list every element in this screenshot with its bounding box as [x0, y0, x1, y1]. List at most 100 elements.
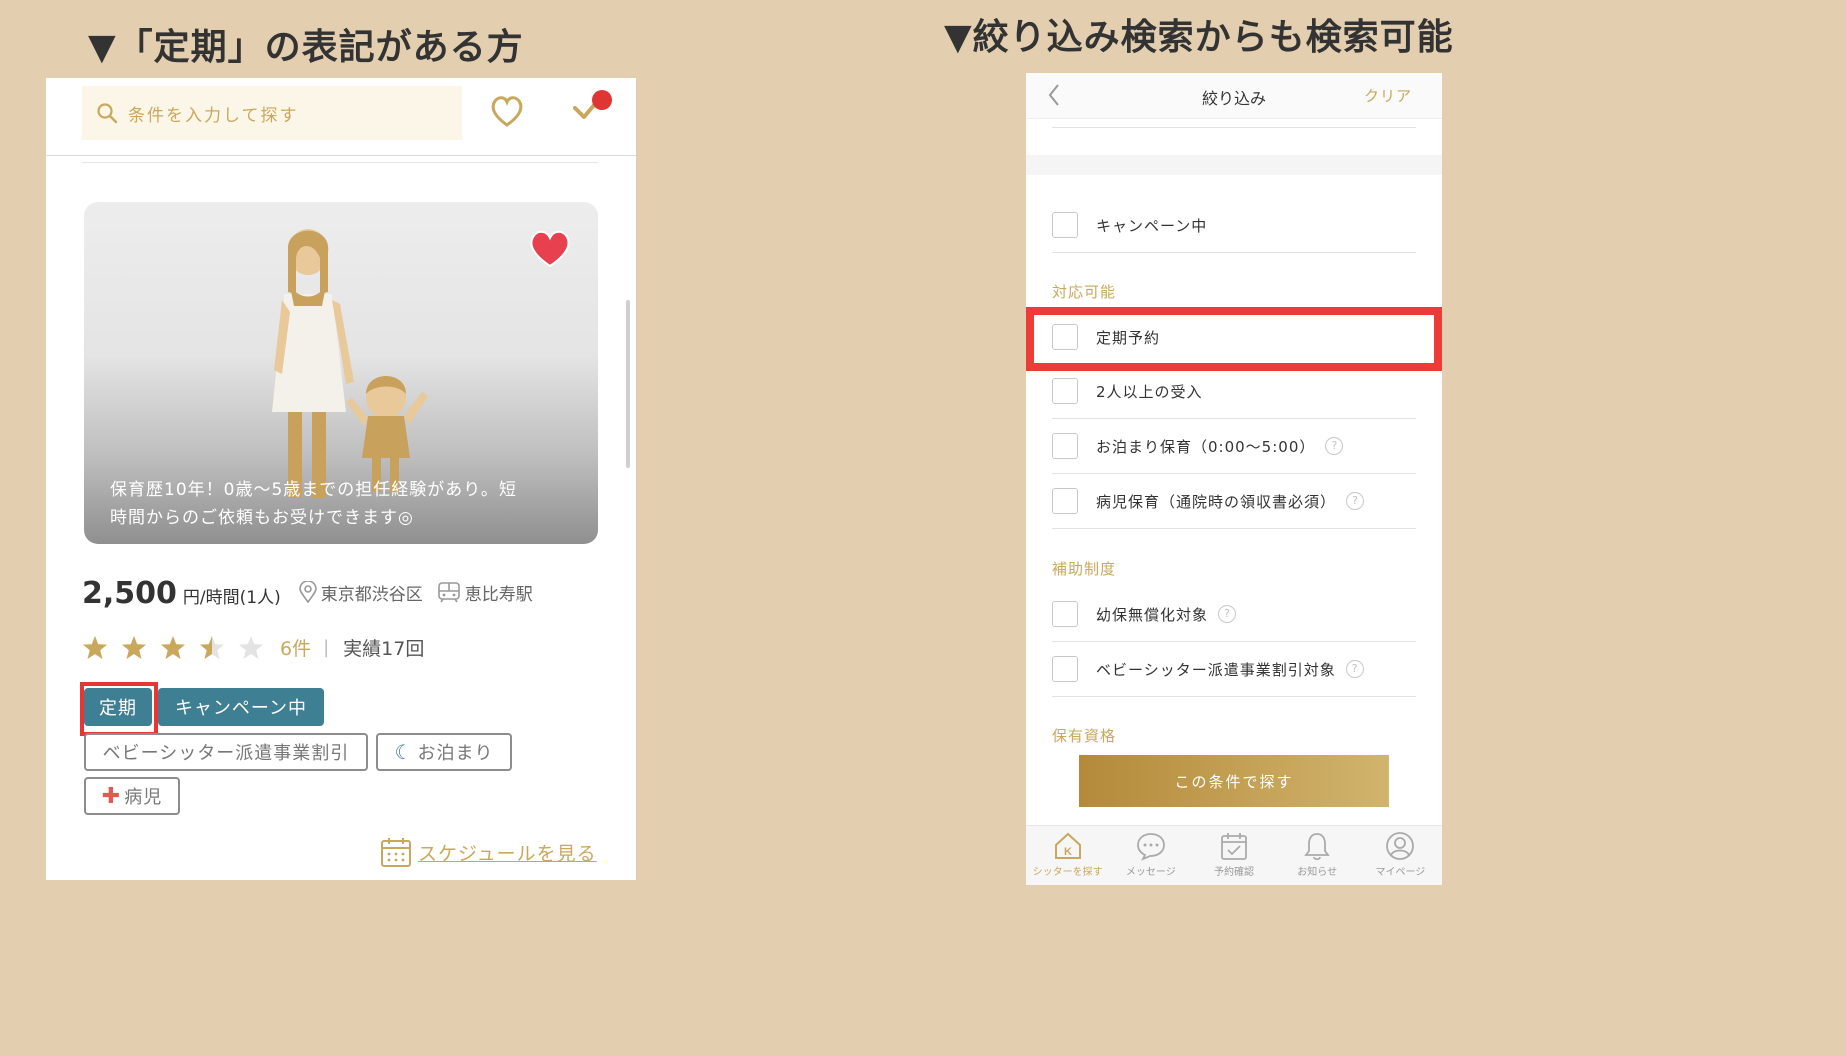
- divider: [1052, 641, 1416, 642]
- option-label: ベビーシッター派遣事業割引対象: [1096, 660, 1336, 679]
- calendar-icon: [381, 838, 411, 867]
- checkbox[interactable]: [1052, 378, 1078, 404]
- header-divider: [46, 155, 636, 156]
- tab-message[interactable]: メッセージ: [1109, 826, 1192, 885]
- moon-icon: ☾: [394, 740, 414, 764]
- station: 恵比寿駅: [437, 580, 533, 605]
- calendar-check-icon: [1221, 833, 1247, 860]
- checkbox[interactable]: [1052, 601, 1078, 627]
- filter-option-babysitter-discount[interactable]: ベビーシッター派遣事業割引対象 ?: [1052, 656, 1364, 682]
- search-icon: [97, 103, 118, 124]
- user-icon: [1386, 832, 1415, 860]
- photo-caption: 保育歴10年！0歳～5歳までの担任経験があり。短 時間からのご依頼もお受けできま…: [110, 476, 580, 532]
- tag-overnight-label: お泊まり: [417, 743, 494, 764]
- red-cross-icon: ✚: [101, 783, 122, 809]
- rating-row: 6件 | 実績17回: [82, 634, 424, 661]
- svg-text:K: K: [1064, 846, 1072, 858]
- section-divider: [82, 162, 598, 163]
- option-label: お泊まり保育（0:00～5:00）: [1096, 437, 1316, 456]
- separator: |: [323, 637, 330, 658]
- divider: [1052, 696, 1416, 697]
- station-text: 恵比寿駅: [464, 584, 533, 605]
- star-icon: [83, 635, 107, 659]
- checkbox[interactable]: [1052, 433, 1078, 459]
- favorite-heart-icon[interactable]: [528, 228, 572, 268]
- tag-sick-child: ✚ 病児: [84, 777, 180, 815]
- help-icon[interactable]: ?: [1218, 605, 1237, 623]
- achievement-count: 実績17回: [343, 638, 425, 660]
- right-heading: ▼絞り込み検索からも検索可能: [944, 17, 1454, 58]
- tab-label: お知らせ: [1297, 867, 1338, 878]
- divider: [1052, 418, 1416, 419]
- bell-icon: [1304, 833, 1331, 861]
- map-pin-icon: [298, 581, 317, 603]
- tab-label: 予約確認: [1214, 867, 1254, 878]
- help-icon[interactable]: ?: [1345, 660, 1364, 678]
- filter-option-multiple-children[interactable]: 2人以上の受入: [1052, 378, 1203, 404]
- schedule-link-text[interactable]: スケジュールを見る: [418, 839, 597, 866]
- option-label: 病児保育（通院時の領収書必須）: [1096, 492, 1337, 511]
- tab-label: シッターを探す: [1032, 867, 1103, 878]
- scrollbar[interactable]: [626, 300, 630, 468]
- option-label: 幼保無償化対象: [1096, 605, 1209, 624]
- sitter-photo[interactable]: 保育歴10年！0歳～5歳までの担任経験があり。短 時間からのご依頼もお受けできま…: [84, 202, 598, 544]
- caption-line-2: 時間からのご依頼もお受けできます◎: [110, 508, 414, 528]
- help-icon[interactable]: ?: [1325, 437, 1344, 455]
- chat-icon: [1136, 833, 1165, 861]
- notification-dot: [592, 90, 612, 110]
- location: 東京都渋谷区: [298, 580, 423, 605]
- star-icon: [239, 635, 263, 659]
- tag-overnight: ☾ お泊まり: [376, 733, 512, 771]
- star-icon: [200, 635, 224, 659]
- star-icon: [161, 635, 185, 659]
- divider: [1052, 127, 1416, 128]
- filter-header: 絞り込み クリア: [1026, 73, 1442, 119]
- star-rating: [82, 635, 264, 661]
- divider: [1052, 528, 1416, 529]
- checkbox[interactable]: [1052, 212, 1078, 238]
- checkbox[interactable]: [1052, 488, 1078, 514]
- divider: [1052, 473, 1416, 474]
- filter-option-campaign[interactable]: キャンペーン中: [1052, 212, 1207, 238]
- house-icon: K: [1054, 832, 1081, 859]
- price-value: 2,500: [82, 576, 177, 611]
- caption-line-1: 保育歴10年！0歳～5歳までの担任経験があり。短: [110, 480, 517, 500]
- section-gap: [1026, 155, 1442, 175]
- clear-button[interactable]: クリア: [1364, 85, 1412, 106]
- location-text: 東京都渋谷区: [320, 584, 423, 605]
- option-label: 2人以上の受入: [1096, 382, 1203, 401]
- search-bar[interactable]: 条件を入力して探す: [82, 86, 462, 140]
- tab-find-sitter[interactable]: K シッターを探す: [1026, 826, 1109, 885]
- filter-screen: 絞り込み クリア キャンペーン中 対応可能 定期予約 2人以上の受入 お泊まり保…: [1026, 73, 1442, 885]
- highlight-box-regular: [80, 682, 158, 736]
- tag-babysitter-discount: ベビーシッター派遣事業割引: [84, 733, 368, 771]
- tag-sick-label: 病児: [124, 787, 163, 808]
- tab-notifications[interactable]: お知らせ: [1276, 826, 1359, 885]
- heart-outline-icon[interactable]: [489, 94, 525, 128]
- option-label: キャンペーン中: [1096, 216, 1208, 235]
- section-subsidy: 補助制度: [1052, 560, 1117, 578]
- divider: [1052, 252, 1416, 253]
- tag-campaign: キャンペーン中: [158, 688, 324, 726]
- price-row: 2,500 円/時間(1人) 東京都渋谷区 恵比寿駅: [82, 576, 547, 611]
- star-icon: [122, 635, 146, 659]
- filter-option-sick-child[interactable]: 病児保育（通院時の領収書必須） ?: [1052, 488, 1365, 514]
- filter-option-overnight[interactable]: お泊まり保育（0:00～5:00） ?: [1052, 433, 1344, 459]
- search-placeholder: 条件を入力して探す: [128, 105, 299, 126]
- bottom-tab-bar: K シッターを探す メッセージ 予約確認 お知らせ マイページ: [1026, 825, 1442, 885]
- schedule-link[interactable]: スケジュールを見る: [380, 836, 597, 868]
- tab-label: マイページ: [1375, 867, 1426, 878]
- help-icon[interactable]: ?: [1346, 492, 1365, 510]
- highlight-box-regular-booking: [1026, 307, 1442, 371]
- checkbox[interactable]: [1052, 656, 1078, 682]
- price-unit: 円/時間(1人): [182, 588, 281, 608]
- section-available: 対応可能: [1052, 283, 1117, 301]
- left-heading: ▼「定期」の表記がある方: [88, 27, 524, 68]
- tab-label: メッセージ: [1125, 867, 1176, 878]
- sitter-detail-screen: 条件を入力して探す 保育歴10年！0歳～5歳までの担任経験があり。短 時間からの…: [46, 78, 636, 880]
- tab-mypage[interactable]: マイページ: [1359, 826, 1442, 885]
- search-with-conditions-button[interactable]: この条件で探す: [1079, 755, 1389, 807]
- filter-option-free-childcare[interactable]: 幼保無償化対象 ?: [1052, 601, 1237, 627]
- tab-booking[interactable]: 予約確認: [1192, 826, 1275, 885]
- review-count[interactable]: 6件: [280, 634, 311, 661]
